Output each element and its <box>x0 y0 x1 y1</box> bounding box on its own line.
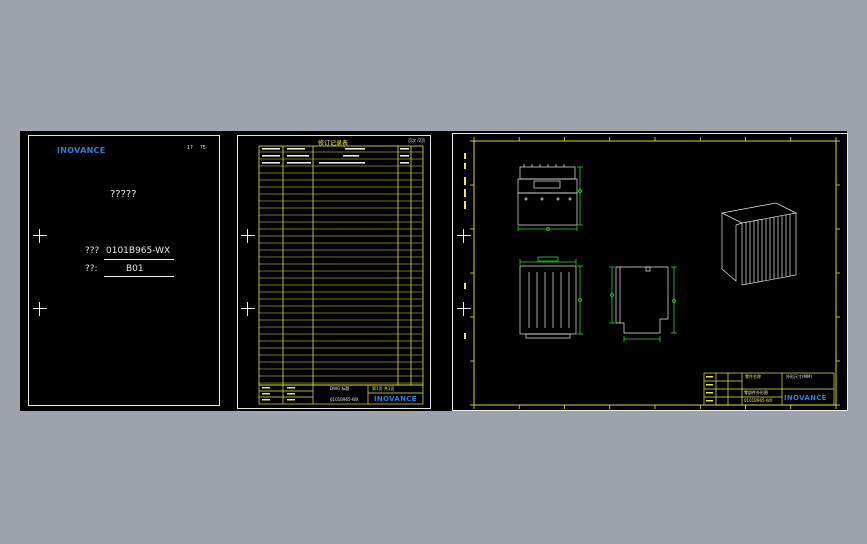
part-number-underline <box>104 259 174 260</box>
inovance-logo: INOVANCE <box>57 146 106 155</box>
revision-label: ??: <box>85 264 98 274</box>
cover-corner-left-text: 1? <box>187 145 193 151</box>
crosshair-marker <box>33 302 47 316</box>
isometric-view-drawing <box>720 202 798 286</box>
title-block-dimension-label: 外形尺寸(MM) <box>786 374 813 379</box>
side-view-drawing <box>609 266 677 342</box>
revision-table <box>258 145 424 386</box>
revision-value: B01 <box>126 264 144 274</box>
cover-corner-right-text: ?5 <box>200 145 206 151</box>
crosshair-marker <box>241 229 255 243</box>
part-number-label: ??? <box>85 246 100 256</box>
cover-sheet <box>28 135 220 406</box>
model-space-viewport[interactable]: INOVANCE 1? ?5 ????? ??? 0101B965-WX ??:… <box>20 131 848 411</box>
title-block-part-name-label: 零件名称 <box>745 374 761 379</box>
crosshair-marker <box>241 302 255 316</box>
cover-heading: ????? <box>110 189 137 200</box>
title-block-drawing-name: 零部件外形图 <box>744 390 768 395</box>
title-block-code: 0101B965-WX <box>744 398 773 403</box>
inovance-logo: INOVANCE <box>784 394 827 402</box>
revision-footer-title: DWG 标题 <box>330 386 350 391</box>
revision-underline <box>104 276 174 277</box>
revision-footer-page: 第1页 共1页 <box>372 386 395 391</box>
front-view-drawing <box>517 164 583 231</box>
crosshair-marker <box>33 229 47 243</box>
part-number-value: 0101B965-WX <box>106 246 171 256</box>
bottom-view-drawing <box>519 256 583 339</box>
inovance-logo: INOVANCE <box>374 395 417 403</box>
revision-sheet-page-mark: 页次 /2页 <box>408 138 426 143</box>
revision-footer-code: 0101B965-WX <box>330 397 359 402</box>
